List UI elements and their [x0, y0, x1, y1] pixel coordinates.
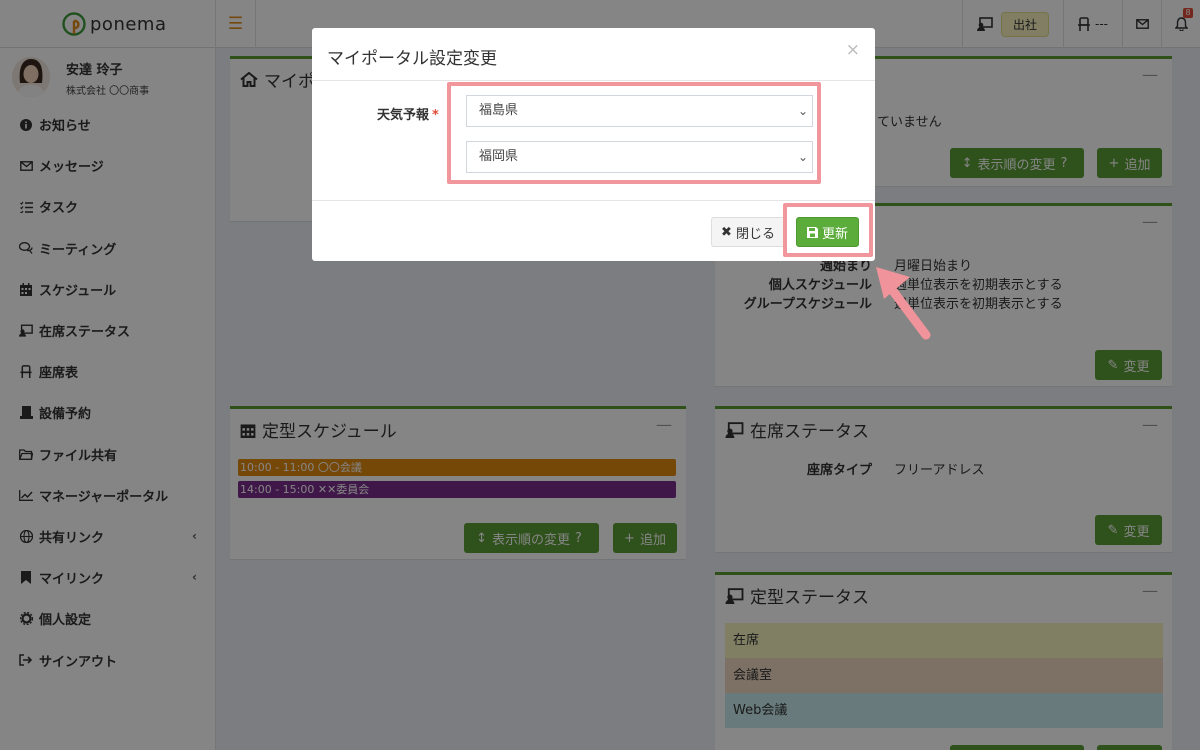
- weather-forecast-label: 天気予報 *: [377, 108, 439, 123]
- required-mark: *: [432, 108, 439, 123]
- close-button[interactable]: ✖ 閉じる: [711, 217, 785, 247]
- close-icon: ✖: [721, 224, 732, 240]
- close-icon[interactable]: ×: [846, 40, 860, 60]
- selects-highlight-box: [447, 82, 821, 184]
- update-button-highlight-box: [783, 203, 873, 257]
- pointer-arrow-icon: [876, 267, 931, 340]
- modal-title: マイポータル設定変更: [327, 49, 497, 69]
- modal-header: マイポータル設定変更 ×: [312, 28, 875, 81]
